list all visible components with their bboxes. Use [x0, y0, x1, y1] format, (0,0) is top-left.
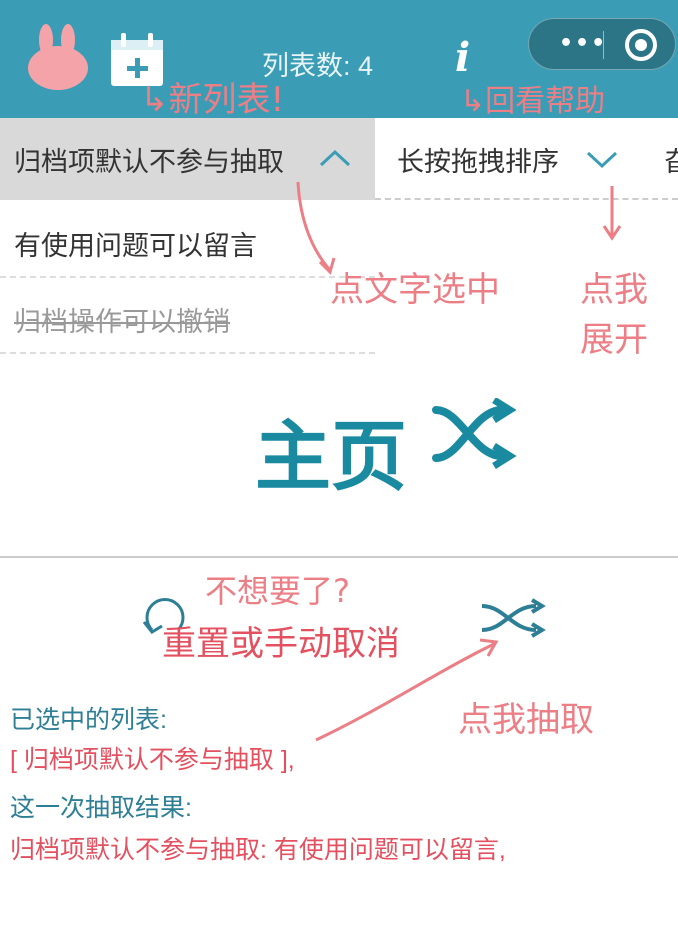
- tab-divider: [375, 198, 678, 200]
- tab-archive-default[interactable]: 归档项默认不参与抽取: [0, 118, 375, 200]
- annotation-new-list: ↳新列表!: [140, 80, 285, 120]
- chevron-up-icon[interactable]: [318, 148, 352, 168]
- selected-lists-value: [ 归档项默认不参与抽取 ],: [10, 746, 295, 774]
- shuffle-mark-icon: [432, 398, 517, 469]
- tab-next-partial[interactable]: 旮: [660, 118, 678, 200]
- rabbit-logo-icon[interactable]: [26, 22, 92, 90]
- selected-lists-title: 已选中的列表:: [10, 706, 167, 734]
- list-tabs: 归档项默认不参与抽取 长按拖拽排序 旮: [0, 118, 678, 200]
- list-item-label[interactable]: 归档操作可以撤销: [14, 300, 230, 339]
- annotation-click-draw: 点我抽取: [458, 700, 594, 740]
- annotation-click-select: 点文字选中: [330, 270, 500, 310]
- tab-label: 归档项默认不参与抽取: [14, 147, 284, 177]
- annotation-click-expand-1: 点我: [580, 270, 648, 310]
- list-item-archived[interactable]: 归档操作可以撤销: [0, 278, 375, 354]
- draw-result-value: 归档项默认不参与抽取: 有使用问题可以留言,: [10, 836, 506, 864]
- close-miniprogram-icon[interactable]: [625, 29, 657, 61]
- draw-result-title: 这一次抽取结果:: [10, 794, 192, 822]
- section-divider: [0, 556, 678, 558]
- annotation-reset-or: 重置或手动取消: [162, 624, 400, 664]
- list-item-label[interactable]: 有使用问题可以留言: [14, 224, 257, 263]
- annotation-home: 主页: [255, 412, 407, 501]
- mini-program-capsule: •••: [528, 18, 676, 70]
- annotation-click-expand-2: 展开: [580, 320, 648, 360]
- chevron-down-icon[interactable]: [585, 150, 619, 170]
- annotation-dont-want: 不想要了?: [205, 572, 350, 610]
- capsule-divider: [603, 31, 604, 59]
- info-help-icon[interactable]: i: [455, 34, 470, 81]
- tab-label: 长按拖拽排序: [397, 147, 559, 177]
- list-item[interactable]: 有使用问题可以留言: [0, 202, 375, 278]
- tab-long-press-sort[interactable]: 长按拖拽排序: [375, 118, 645, 200]
- annotation-view-help: ↳回看帮助: [460, 84, 606, 119]
- tab-label: 旮: [664, 147, 678, 177]
- more-menu-icon[interactable]: •••: [559, 31, 607, 56]
- shuffle-draw-icon[interactable]: [478, 596, 554, 640]
